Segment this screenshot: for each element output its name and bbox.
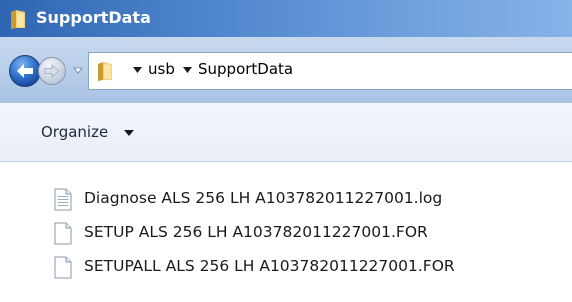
file-list: Diagnose ALS 256 LH A103782011227001.log… <box>0 162 572 302</box>
breadcrumb-separator-icon[interactable] <box>183 66 192 74</box>
file-name[interactable]: SETUP ALS 256 LH A103782011227001.FOR <box>84 223 428 241</box>
command-bar: Organize <box>0 103 572 162</box>
window-title: SupportData <box>36 8 151 27</box>
explorer-window: SupportData usb SupportData Organize Dia… <box>0 0 572 302</box>
forward-button[interactable] <box>37 56 67 86</box>
breadcrumb-supportdata[interactable]: SupportData <box>198 60 293 78</box>
file-name[interactable]: SETUPALL ALS 256 LH A103782011227001.FOR <box>84 257 455 275</box>
chevron-down-icon[interactable] <box>124 130 134 137</box>
breadcrumb-usb[interactable]: usb <box>148 60 175 78</box>
file-item[interactable]: SETUP ALS 256 LH A103782011227001.FOR <box>53 216 572 250</box>
breadcrumb-separator-icon[interactable] <box>133 66 142 74</box>
blank-document-icon <box>54 222 72 245</box>
address-bar[interactable]: usb SupportData <box>88 52 572 90</box>
navigation-bar: usb SupportData <box>0 37 572 103</box>
blank-document-icon <box>54 256 72 279</box>
file-item[interactable]: SETUPALL ALS 256 LH A103782011227001.FOR <box>53 250 572 284</box>
recent-pages-dropdown-icon[interactable] <box>73 65 83 75</box>
title-bar: SupportData <box>0 0 572 37</box>
file-item[interactable]: Diagnose ALS 256 LH A103782011227001.log <box>53 182 572 216</box>
file-name[interactable]: Diagnose ALS 256 LH A103782011227001.log <box>84 189 442 207</box>
folder-icon <box>11 10 25 29</box>
text-document-icon <box>54 188 72 211</box>
organize-button[interactable]: Organize <box>41 123 108 141</box>
folder-icon <box>98 62 112 81</box>
